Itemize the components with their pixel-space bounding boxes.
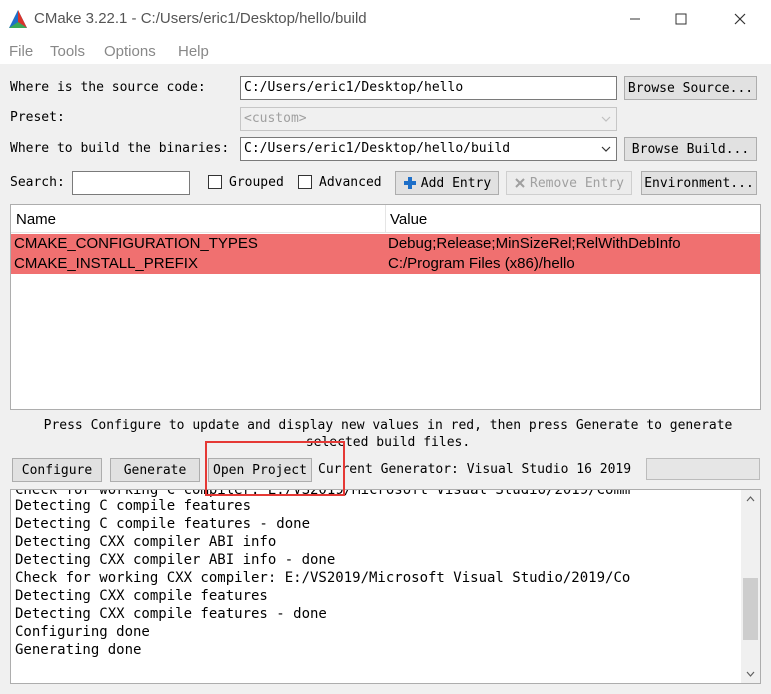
progress-bar (646, 458, 760, 480)
source-input[interactable]: C:/Users/eric1/Desktop/hello (240, 76, 617, 100)
menu-help[interactable]: Help (178, 43, 209, 60)
advanced-checkbox[interactable] (298, 175, 312, 189)
maximize-button[interactable] (658, 0, 704, 38)
log-line: Configuring done (15, 624, 150, 640)
log-scrollbar[interactable] (741, 490, 760, 683)
remove-entry-button: Remove Entry (506, 171, 632, 195)
log-line: Check for working CXX compiler: E:/VS201… (15, 570, 631, 586)
output-log[interactable]: Check for working C compiler: E:/VS2019/… (10, 489, 761, 684)
preset-value: <custom> (244, 111, 307, 126)
plus-icon (403, 177, 416, 189)
environment-button[interactable]: Environment... (641, 171, 757, 195)
preset-label: Preset: (10, 110, 65, 125)
browse-build-button[interactable]: Browse Build... (624, 137, 757, 161)
chevron-down-icon (601, 116, 611, 122)
menu-bar: File Tools Options Help (0, 38, 771, 64)
remove-entry-label: Remove Entry (530, 175, 624, 191)
menu-options[interactable]: Options (104, 43, 156, 60)
grouped-label[interactable]: Grouped (229, 175, 284, 190)
log-line: Detecting C compile features (15, 498, 252, 514)
row-name: CMAKE_INSTALL_PREFIX (14, 255, 198, 272)
build-label: Where to build the binaries: (10, 141, 230, 156)
chevron-down-icon (601, 146, 611, 152)
browse-source-button[interactable]: Browse Source... (624, 76, 757, 100)
row-value: C:/Program Files (x86)/hello (388, 255, 575, 272)
add-entry-label: Add Entry (420, 175, 492, 191)
current-generator: Current Generator: Visual Studio 16 2019 (318, 462, 632, 477)
generate-button[interactable]: Generate (110, 458, 200, 482)
configure-hint: Press Configure to update and display ne… (43, 418, 733, 450)
close-icon (734, 13, 746, 25)
maximize-icon (675, 13, 687, 25)
row-value: Debug;Release;MinSizeRel;RelWithDebInfo (388, 235, 681, 252)
minimize-icon (630, 18, 640, 20)
log-line: Detecting CXX compiler ABI info - done (15, 552, 336, 568)
cache-table[interactable]: Name Value CMAKE_CONFIGURATION_TYPES Deb… (10, 204, 761, 410)
close-button[interactable] (717, 0, 763, 38)
advanced-label[interactable]: Advanced (319, 175, 382, 190)
menu-file[interactable]: File (9, 43, 33, 60)
column-value-header[interactable]: Value (390, 211, 427, 228)
preset-select: <custom> (240, 107, 617, 131)
scroll-down-icon[interactable] (741, 667, 760, 681)
minimize-button[interactable] (612, 0, 658, 38)
log-line: Detecting CXX compile features - done (15, 606, 327, 622)
scroll-up-icon[interactable] (741, 492, 760, 506)
search-input[interactable] (72, 171, 190, 195)
log-line: Detecting C compile features - done (15, 516, 311, 532)
log-line: Detecting CXX compile features (15, 588, 268, 604)
build-value: C:/Users/eric1/Desktop/hello/build (244, 141, 511, 156)
log-line: Check for working C compiler: E:/VS2019/… (15, 489, 631, 498)
menu-tools[interactable]: Tools (50, 43, 85, 60)
log-line: Detecting CXX compiler ABI info (15, 534, 277, 550)
scrollbar-thumb[interactable] (743, 578, 758, 640)
search-label: Search: (10, 175, 65, 190)
open-project-button[interactable]: Open Project (208, 458, 312, 482)
window-title: CMake 3.22.1 - C:/Users/eric1/Desktop/he… (34, 10, 367, 27)
cmake-triangle-icon (9, 10, 27, 28)
header-divider (385, 205, 386, 233)
source-label: Where is the source code: (10, 80, 206, 95)
title-bar: CMake 3.22.1 - C:/Users/eric1/Desktop/he… (0, 0, 771, 38)
configure-button[interactable]: Configure (12, 458, 102, 482)
remove-icon (515, 178, 525, 188)
table-row[interactable]: CMAKE_INSTALL_PREFIX C:/Program Files (x… (11, 254, 760, 274)
table-header: Name Value (11, 205, 760, 233)
column-name-header[interactable]: Name (16, 211, 56, 228)
grouped-checkbox[interactable] (208, 175, 222, 189)
log-line: Generating done (15, 642, 142, 658)
table-row[interactable]: CMAKE_CONFIGURATION_TYPES Debug;Release;… (11, 234, 760, 254)
build-select[interactable]: C:/Users/eric1/Desktop/hello/build (240, 137, 617, 161)
row-name: CMAKE_CONFIGURATION_TYPES (14, 235, 258, 252)
add-entry-button[interactable]: Add Entry (395, 171, 499, 195)
